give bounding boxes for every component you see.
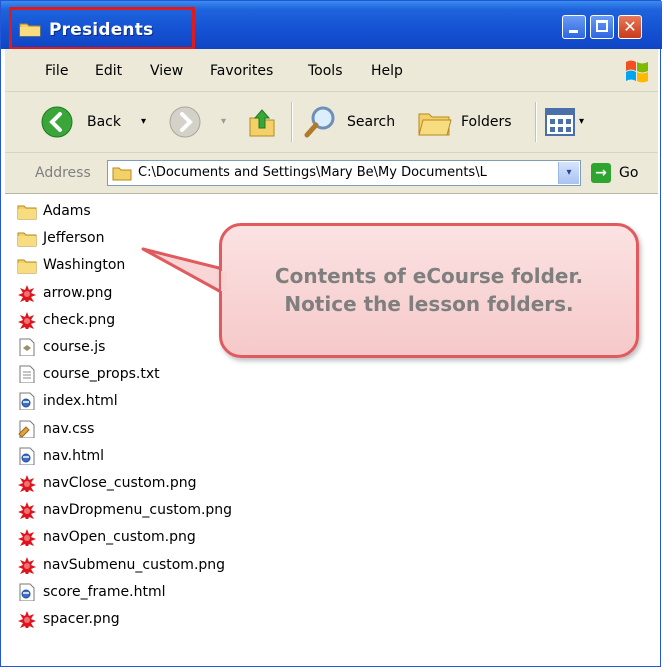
close-button[interactable]: ✕ [618, 15, 642, 39]
forward-button[interactable]: ▾ [169, 92, 239, 152]
file-name: Washington [43, 257, 126, 274]
png-image-icon [18, 556, 36, 574]
png-image-icon [18, 611, 36, 628]
back-button[interactable]: Back ▾ [41, 92, 161, 152]
folder-icon [17, 232, 37, 247]
address-dropdown-icon[interactable]: ▾ [558, 162, 579, 184]
explorer-window: Presidents ✕ File Edit View Favorites To… [0, 0, 662, 667]
address-label: Address [35, 165, 91, 181]
menu-tools[interactable]: Tools [308, 63, 343, 79]
file-name: check.png [43, 311, 116, 328]
back-label: Back [87, 114, 121, 130]
minimize-icon [569, 30, 578, 33]
png-image-icon [18, 529, 36, 547]
maximize-button[interactable] [590, 15, 614, 39]
views-dropdown-icon[interactable]: ▾ [579, 116, 584, 127]
search-button[interactable]: Search [303, 92, 407, 152]
menu-bar: File Edit View Favorites Tools Help [5, 49, 658, 92]
standard-toolbar: Back ▾ ▾ Search Folders ▾ [5, 92, 658, 153]
back-arrow-icon [41, 106, 73, 138]
forward-dropdown-icon[interactable]: ▾ [221, 116, 226, 127]
file-name: navSubmenu_custom.png [43, 556, 226, 573]
html-file-icon [19, 447, 35, 465]
callout-text: Contents of eCourse folder. Notice the l… [222, 262, 636, 318]
file-name: Adams [43, 203, 91, 219]
menu-favorites[interactable]: Favorites [210, 63, 273, 79]
address-bar: Address C:\Documents and Settings\Mary B… [5, 153, 658, 194]
callout-line-1: Contents of eCourse folder. [274, 264, 584, 288]
png-image-icon [18, 284, 36, 302]
back-dropdown-icon[interactable]: ▾ [141, 116, 146, 127]
address-input[interactable]: C:\Documents and Settings\Mary Be\My Doc… [107, 160, 581, 186]
html-file-icon [19, 392, 35, 411]
file-name: course_props.txt [43, 366, 160, 383]
address-path: C:\Documents and Settings\Mary Be\My Doc… [138, 165, 487, 180]
script-file-icon [19, 338, 35, 356]
html-file-icon [19, 583, 35, 601]
callout-box: Contents of eCourse folder. Notice the l… [219, 223, 639, 358]
file-name: navOpen_custom.png [43, 529, 196, 546]
file-name: navClose_custom.png [43, 475, 197, 491]
windows-logo-icon [626, 60, 648, 83]
forward-arrow-icon [169, 106, 201, 138]
folder-icon [112, 167, 132, 181]
file-name: navDropmenu_custom.png [43, 502, 233, 519]
minimize-button[interactable] [562, 15, 586, 39]
file-name: score_frame.html [43, 583, 166, 600]
toolbar-separator [291, 102, 293, 142]
png-image-icon [18, 311, 36, 329]
css-file-icon [18, 420, 35, 438]
menu-view[interactable]: View [150, 63, 183, 79]
toolbar-separator [535, 102, 537, 142]
menu-help[interactable]: Help [371, 63, 403, 79]
file-name: arrow.png [43, 284, 113, 301]
file-name: nav.css [43, 420, 95, 437]
search-label: Search [347, 114, 396, 130]
go-button[interactable]: Go [619, 165, 638, 181]
go-arrow-icon[interactable]: → [591, 163, 611, 183]
title-highlight-box [9, 7, 195, 50]
up-folder-icon[interactable] [247, 106, 277, 138]
text-file-icon [19, 365, 35, 384]
views-icon [545, 108, 575, 136]
folders-button[interactable]: Folders [417, 92, 527, 152]
callout-seam [221, 271, 227, 291]
file-name: course.js [43, 339, 106, 355]
menu-file[interactable]: File [45, 63, 68, 79]
search-icon [304, 106, 335, 138]
png-image-icon [18, 475, 36, 492]
views-button[interactable]: ▾ [545, 92, 605, 152]
close-icon: ✕ [623, 17, 637, 36]
folder-icon [17, 259, 37, 274]
folders-icon [418, 113, 452, 136]
file-name: spacer.png [43, 611, 120, 627]
file-name: index.html [43, 393, 118, 410]
folders-label: Folders [461, 114, 512, 130]
folder-icon [17, 205, 37, 220]
file-name: nav.html [43, 447, 104, 464]
png-image-icon [18, 502, 36, 520]
callout-line-2: Notice the lesson folders. [284, 292, 574, 316]
maximize-icon [596, 20, 608, 32]
menu-edit[interactable]: Edit [95, 63, 122, 79]
file-name: Jefferson [43, 230, 105, 247]
